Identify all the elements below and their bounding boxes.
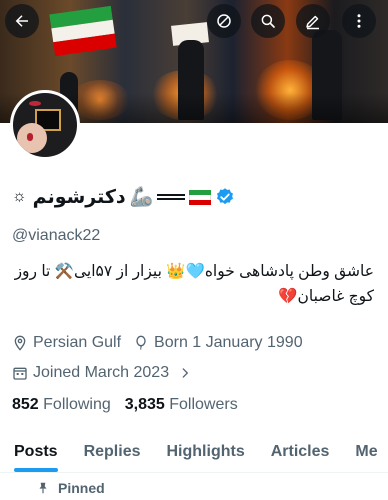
tab-media[interactable]: Me (341, 437, 388, 472)
followers-link[interactable]: 3,835 Followers (125, 396, 238, 414)
location-text: Persian Gulf (33, 334, 122, 351)
birthday-text: Born 1 January 1990 (154, 334, 303, 351)
banner-flag (49, 5, 117, 57)
location-pin-icon (14, 335, 26, 351)
tab-label: Posts (14, 443, 58, 460)
tab-posts[interactable]: Posts (0, 437, 70, 472)
sun-emoji: ☼ (12, 188, 27, 205)
joined-text: Joined March 2023 (33, 364, 170, 381)
pinned-indicator: Pinned (36, 480, 105, 496)
pinned-label: Pinned (58, 480, 105, 496)
back-button[interactable] (5, 4, 39, 38)
bio-line: کوچ غاصبان💔 (278, 288, 374, 305)
iran-flag-emoji (189, 189, 212, 205)
edit-icon (306, 15, 319, 30)
tab-label: Articles (270, 443, 330, 460)
mute-button[interactable] (207, 4, 241, 38)
tab-highlights[interactable]: Highlights (153, 437, 257, 472)
active-tab-indicator (14, 468, 58, 472)
followers-label: Followers (169, 396, 238, 413)
follow-stats: 852 Following 3,835 Followers (12, 396, 238, 414)
following-link[interactable]: 852 Following (12, 396, 111, 414)
tab-replies[interactable]: Replies (70, 437, 153, 472)
joined-row[interactable]: Joined March 2023 (12, 364, 204, 382)
following-count: 852 (12, 396, 39, 413)
birthday: Born 1 January 1990 (133, 334, 303, 352)
following-label: Following (43, 396, 111, 413)
chevron-right-icon (182, 368, 189, 378)
tab-articles[interactable]: Articles (257, 437, 342, 472)
calendar-icon (13, 367, 27, 380)
back-arrow-icon (15, 15, 28, 27)
arm-emoji: 🦾 (129, 187, 154, 208)
more-button[interactable] (342, 4, 376, 38)
pin-icon (39, 482, 47, 494)
edit-button[interactable] (296, 4, 330, 38)
bio-line: عاشق وطن پادشاهی خواه🩵👑 بیزار از ۵۷ایی⚒️… (14, 263, 374, 280)
search-button[interactable] (251, 4, 285, 38)
followers-count: 3,835 (124, 396, 165, 413)
profile-meta: Persian Gulf Born 1 January 1990 (12, 334, 315, 352)
search-icon (261, 14, 275, 28)
joined[interactable]: Joined March 2023 (12, 364, 192, 382)
verified-badge-icon[interactable] (215, 187, 235, 207)
more-icon (357, 14, 361, 28)
tab-label: Highlights (166, 443, 245, 460)
profile-bio: عاشق وطن پادشاهی خواه🩵👑 بیزار از ۵۷ایی⚒️… (14, 259, 374, 309)
profile-name: دکترشونم (32, 186, 126, 208)
profile-name-row: ☼ دکترشونم 🦾 (12, 183, 235, 211)
profile-handle: @vianack22 (12, 227, 101, 244)
profile-tabs: Posts Replies Highlights Articles Me (0, 437, 388, 473)
dash-emoji (157, 194, 186, 200)
no-entry-icon (217, 14, 231, 28)
location: Persian Gulf (12, 334, 121, 352)
avatar[interactable] (10, 90, 80, 160)
balloon-icon (136, 335, 146, 351)
tab-label: Me (355, 443, 378, 460)
tab-label: Replies (83, 443, 141, 460)
